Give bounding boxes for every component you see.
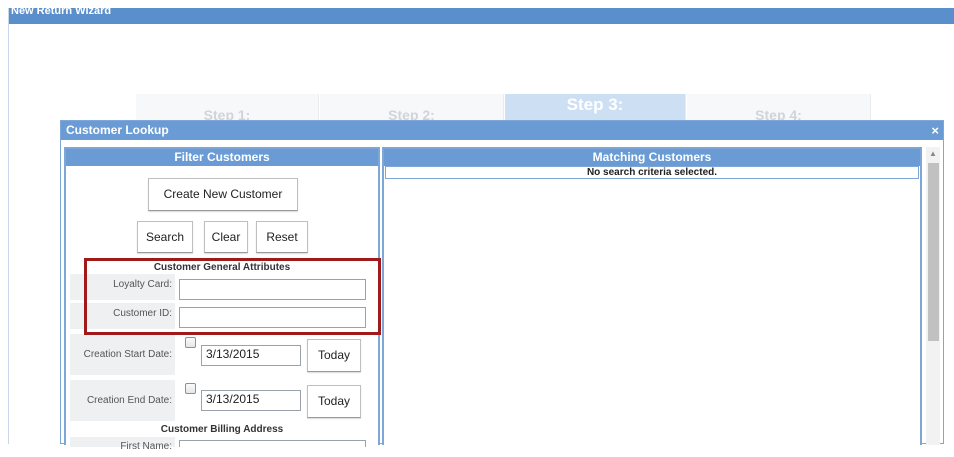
dialog-body: Filter Customers Create New Customer Sea… <box>64 147 940 452</box>
arrow-up-icon[interactable]: ▲ <box>926 147 940 161</box>
customer-id-input[interactable] <box>179 307 366 328</box>
creation-end-date-label: Creation End Date: <box>70 380 175 421</box>
search-button[interactable]: Search <box>137 221 193 253</box>
no-criteria-message: No search criteria selected. <box>385 166 919 179</box>
wizard-title: New Return Wizard <box>11 8 112 17</box>
creation-start-date-input[interactable]: 3/13/2015 <box>201 345 301 366</box>
filter-customers-panel: Filter Customers Create New Customer Sea… <box>64 147 380 452</box>
dialog-title: Customer Lookup <box>66 123 169 137</box>
billing-address-heading: Customer Billing Address <box>160 424 284 435</box>
loyalty-card-input[interactable] <box>179 279 366 300</box>
first-name-label: First Name: <box>70 437 175 452</box>
customer-id-label: Customer ID: <box>70 303 175 329</box>
general-attributes-heading: Customer General Attributes <box>153 262 291 273</box>
reset-button[interactable]: Reset <box>256 221 308 253</box>
customer-lookup-dialog: Customer Lookup × Filter Customers Creat… <box>60 120 944 452</box>
creation-start-today-button[interactable]: Today <box>307 339 361 372</box>
dialog-scrollbar[interactable]: ▲ <box>926 147 940 445</box>
creation-start-date-checkbox[interactable] <box>185 337 196 348</box>
scrollbar-thumb[interactable] <box>928 163 939 341</box>
create-new-customer-button[interactable]: Create New Customer <box>148 178 298 211</box>
creation-end-today-button[interactable]: Today <box>307 385 361 418</box>
close-icon[interactable]: × <box>931 121 939 140</box>
creation-end-date-checkbox[interactable] <box>185 383 196 394</box>
clear-button[interactable]: Clear <box>204 221 248 253</box>
creation-end-date-input[interactable]: 3/13/2015 <box>201 390 301 411</box>
wizard-title-bar: New Return Wizard <box>9 8 954 24</box>
dialog-title-bar: Customer Lookup <box>61 121 943 140</box>
matching-customers-panel: Matching Customers No search criteria se… <box>382 147 922 445</box>
filter-panel-header: Filter Customers <box>66 149 378 166</box>
matching-panel-header: Matching Customers <box>384 149 920 166</box>
loyalty-card-label: Loyalty Card: <box>70 274 175 300</box>
creation-start-date-label: Creation Start Date: <box>70 334 175 375</box>
